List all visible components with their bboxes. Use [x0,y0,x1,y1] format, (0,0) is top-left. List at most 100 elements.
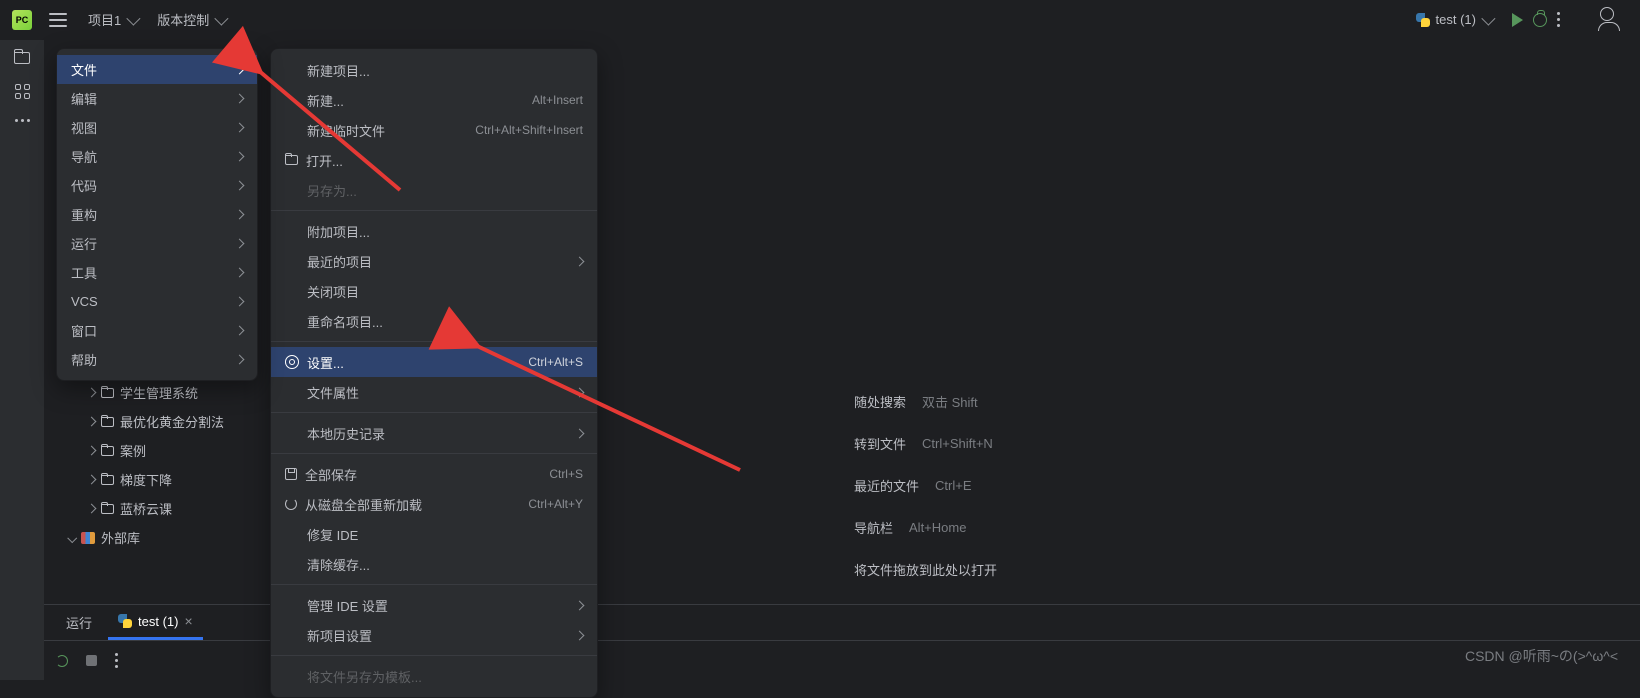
play-icon [1512,13,1523,27]
account-button[interactable] [1600,5,1624,35]
submenu-label: 修复 IDE [307,525,358,544]
menu-item-vcs[interactable]: VCS [57,287,257,316]
tree-item[interactable]: 梯度下降 [60,465,224,494]
submenu-recent[interactable]: 最近的项目 [271,246,597,276]
chevron-right-icon [575,630,585,640]
tree-item[interactable]: 案例 [60,436,224,465]
more-button[interactable] [1557,12,1560,27]
shortcut-label: Ctrl+Alt+Y [528,497,583,511]
submenu-save-all[interactable]: 全部保存Ctrl+S [271,459,597,489]
menu-item-view[interactable]: 视图 [57,113,257,142]
structure-tool-button[interactable] [15,84,30,99]
tab-label: test (1) [138,614,178,629]
person-icon [1600,7,1614,21]
menu-item-navigate[interactable]: 导航 [57,142,257,171]
tree-item[interactable]: 学生管理系统 [60,378,224,407]
submenu-manage-ide[interactable]: 管理 IDE 设置 [271,590,597,620]
submenu-new-scratch[interactable]: 新建临时文件Ctrl+Alt+Shift+Insert [271,115,597,145]
folder-icon [101,417,114,427]
project-tool-button[interactable] [14,52,30,64]
menu-item-label: 导航 [71,147,97,166]
run-button[interactable] [1512,13,1523,27]
tree-item-external-libs[interactable]: 外部库 [60,523,224,552]
submenu-repair[interactable]: 修复 IDE [271,519,597,549]
menu-item-tools[interactable]: 工具 [57,258,257,287]
stop-button[interactable] [86,655,97,666]
menu-item-help[interactable]: 帮助 [57,345,257,374]
rerun-button[interactable] [56,655,68,667]
submenu-reload[interactable]: 从磁盘全部重新加载Ctrl+Alt+Y [271,489,597,519]
app-logo: PC [6,4,38,36]
submenu-new[interactable]: 新建...Alt+Insert [271,85,597,115]
submenu-new-project[interactable]: 新建项目... [271,55,597,85]
chevron-down-icon [215,11,229,25]
chevron-right-icon [235,94,245,104]
tree-label: 蓝桥云课 [120,499,172,518]
menu-separator [271,210,597,211]
tab-run[interactable]: 运行 [56,605,102,640]
menu-item-label: 窗口 [71,321,97,340]
library-icon [81,532,95,544]
submenu-attach[interactable]: 附加项目... [271,216,597,246]
submenu-label: 本地历史记录 [307,424,385,443]
submenu-new-proj-settings[interactable]: 新项目设置 [271,620,597,650]
menu-item-refactor[interactable]: 重构 [57,200,257,229]
tree-item[interactable]: 最优化黄金分割法 [60,407,224,436]
tree-item[interactable]: 蓝桥云课 [60,494,224,523]
submenu-save-as-template: 将文件另存为模板... [271,661,597,691]
menu-item-run[interactable]: 运行 [57,229,257,258]
submenu-label: 另存为... [307,181,357,200]
chevron-right-icon [575,600,585,610]
folder-icon [101,388,114,398]
submenu-label: 重命名项目... [307,312,383,331]
chevron-right-icon [235,123,245,133]
submenu-open[interactable]: 打开... [271,145,597,175]
main-menu-button[interactable] [42,4,74,36]
hint-gotofile-kb: Ctrl+Shift+N [922,436,993,451]
debug-button[interactable] [1533,13,1547,27]
rerun-icon [56,655,68,667]
tree-label: 案例 [120,441,146,460]
more-icon [115,653,118,668]
menu-item-code[interactable]: 代码 [57,171,257,200]
submenu-save-as: 另存为... [271,175,597,205]
chevron-right-icon [235,297,245,307]
run-config-selector[interactable]: test (1) [1406,6,1502,34]
chevron-right-icon [87,388,97,398]
submenu-label: 文件属性 [307,383,359,402]
submenu-file-props[interactable]: 文件属性 [271,377,597,407]
submenu-rename[interactable]: 重命名项目... [271,306,597,336]
submenu-label: 新建项目... [307,61,370,80]
tree-label: 梯度下降 [120,470,172,489]
close-icon[interactable]: × [184,613,192,629]
hint-search-kb: 双击 Shift [922,392,978,411]
submenu-close-project[interactable]: 关闭项目 [271,276,597,306]
chevron-right-icon [87,417,97,427]
tab-test[interactable]: test (1) × [108,605,203,640]
reload-icon [285,498,297,510]
submenu-label: 关闭项目 [307,282,359,301]
file-submenu: 新建项目... 新建...Alt+Insert 新建临时文件Ctrl+Alt+S… [270,48,598,698]
submenu-settings[interactable]: 设置...Ctrl+Alt+S [271,347,597,377]
menu-item-edit[interactable]: 编辑 [57,84,257,113]
menu-item-window[interactable]: 窗口 [57,316,257,345]
more-icon [1557,12,1560,27]
project-tree: 学生管理系统 最优化黄金分割法 案例 梯度下降 蓝桥云课 外部库 [60,378,224,552]
more-button[interactable] [115,653,118,668]
submenu-label: 管理 IDE 设置 [307,596,388,615]
submenu-clear-cache[interactable]: 清除缓存... [271,549,597,579]
menu-item-label: 代码 [71,176,97,195]
chevron-down-icon [127,11,141,25]
folder-icon [285,155,298,165]
vcs-menu[interactable]: 版本控制 [147,6,235,34]
chevron-down-icon [67,533,77,543]
top-bar: PC 项目1 版本控制 test (1) [0,0,1640,40]
submenu-label: 新建临时文件 [307,121,385,140]
more-tools-button[interactable] [15,119,30,122]
project-label: 项目1 [88,10,121,29]
menu-item-file[interactable]: 文件 [57,55,257,84]
vcs-label: 版本控制 [157,10,209,29]
submenu-local-history[interactable]: 本地历史记录 [271,418,597,448]
project-selector[interactable]: 项目1 [78,6,147,34]
menu-item-label: 重构 [71,205,97,224]
